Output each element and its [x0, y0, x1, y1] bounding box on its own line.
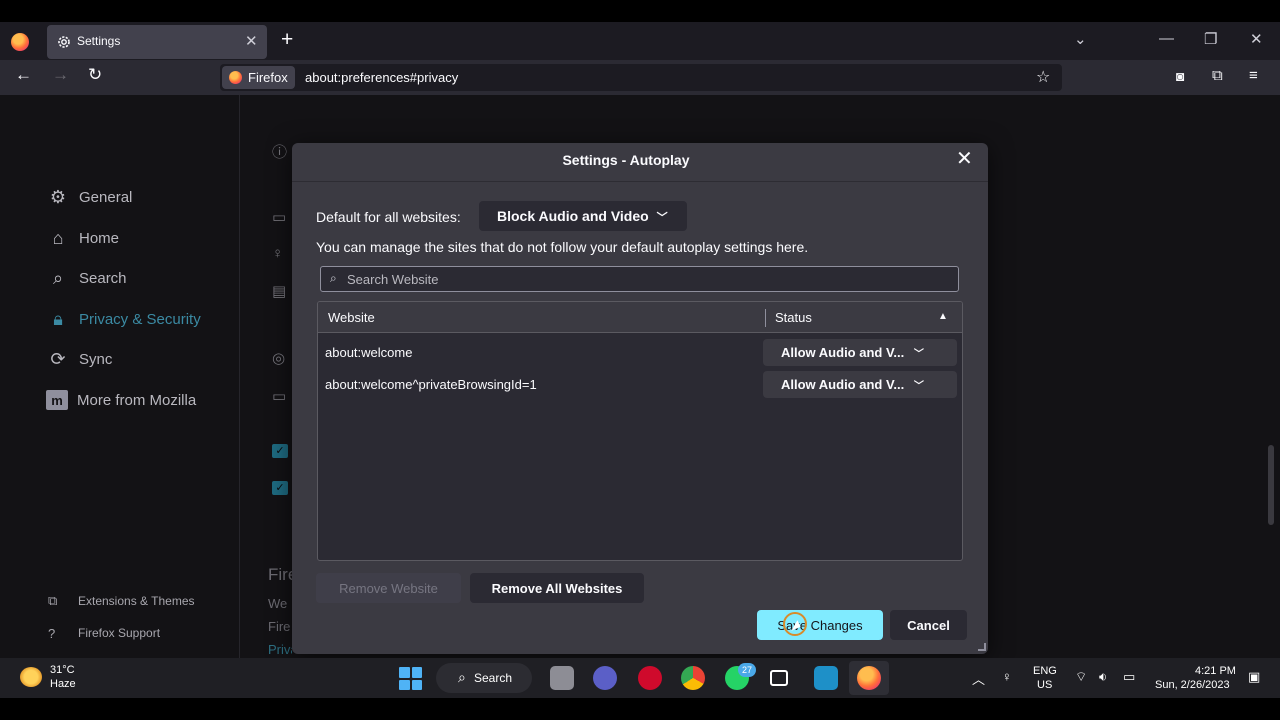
video-camera-icon[interactable] [770, 670, 788, 686]
search-icon: ⌕ [330, 271, 337, 285]
notification-center-icon[interactable]: ▣ [1248, 669, 1260, 685]
volume-icon[interactable]: 🔉︎ [1099, 669, 1107, 685]
language-indicator[interactable]: ENG [1033, 665, 1057, 677]
extensions-icon[interactable]: ⧉ [1212, 67, 1223, 84]
firefox-logo-icon [229, 71, 242, 84]
manage-description: You can manage the sites that do not fol… [316, 239, 809, 255]
firefox-logo-icon [11, 33, 29, 51]
clock-date: Sun, 2/26/2023 [1155, 679, 1230, 691]
default-setting-label: Default for all websites: [316, 209, 461, 225]
select-value: Allow Audio and V... [781, 377, 905, 392]
weather-condition: Haze [50, 678, 76, 690]
language-region: US [1037, 679, 1053, 691]
cancel-button[interactable]: Cancel [890, 610, 967, 640]
tab-settings[interactable]: Settings ✕ [47, 25, 267, 59]
autoplay-dialog: Settings - Autoplay ✕ Default for all we… [292, 143, 988, 654]
row-website: about:welcome^privateBrowsingId=1 [325, 377, 537, 392]
forward-icon[interactable]: → [52, 65, 69, 85]
menu-icon[interactable]: ≡ [1249, 67, 1258, 84]
url-bar[interactable]: Firefox about:preferences#privacy ☆ [220, 64, 1062, 91]
search-website-input[interactable] [347, 270, 947, 288]
table-row[interactable]: about:welcome^privateBrowsingId=1 Allow … [318, 368, 962, 400]
divider [292, 181, 988, 182]
identity-box[interactable]: Firefox [222, 66, 295, 89]
resize-grip-icon[interactable] [978, 643, 986, 651]
task-view-icon[interactable] [550, 666, 574, 690]
new-tab-icon[interactable]: + [281, 28, 293, 52]
battery-icon[interactable]: ▭ [1123, 669, 1135, 685]
taskbar: 31°C Haze ⌕ Search 27 ︿ ♀ ENG US ⌔ 🔉︎ ▭ … [0, 658, 1280, 698]
pocket-icon[interactable]: ◙ [1176, 68, 1184, 84]
row-status-select[interactable]: Allow Audio and V... ﹀ [763, 339, 957, 366]
chevron-up-icon[interactable]: ︿ [972, 669, 985, 688]
table-row[interactable]: about:welcome Allow Audio and V... ﹀ [318, 336, 962, 368]
sites-table: Website Status ▲ about:welcome Allow Aud… [317, 301, 963, 561]
list-all-tabs-icon[interactable]: ⌄ [1074, 30, 1087, 48]
column-divider [765, 309, 766, 327]
chevron-down-icon: ﹀ [913, 349, 924, 360]
tab-strip: Settings ✕ + ⌄ — ❐ ✕ [0, 22, 1280, 60]
taskbar-search-button[interactable]: ⌕ Search [436, 663, 532, 693]
remove-all-websites-button[interactable]: Remove All Websites [470, 573, 644, 603]
nav-bar: ← → ↻ Firefox about:preferences#privacy … [0, 60, 1280, 95]
column-header-status[interactable]: Status [775, 310, 812, 325]
bookmark-star-icon[interactable]: ☆ [1036, 67, 1050, 87]
preferences-content: ⚙ General ⌂ Home ⌕ Search 🔒︎ Privacy & S… [0, 95, 1280, 658]
chrome-icon[interactable] [681, 666, 705, 690]
select-value: Block Audio and Video [497, 208, 649, 224]
chevron-down-icon: ﹀ [913, 381, 924, 392]
default-autoplay-select[interactable]: Block Audio and Video ﹀ [479, 201, 687, 231]
remove-website-button[interactable]: Remove Website [316, 573, 461, 603]
table-header: Website Status ▲ [318, 302, 962, 333]
window-close-icon[interactable]: ✕ [1250, 30, 1263, 48]
scrollbar-thumb[interactable] [1268, 445, 1274, 525]
browser-window: Settings ✕ + ⌄ — ❐ ✕ ← → ↻ Firefox about… [0, 22, 1280, 658]
row-website: about:welcome [325, 345, 413, 360]
search-website-field[interactable]: ⌕ [320, 266, 959, 292]
row-status-select[interactable]: Allow Audio and V... ﹀ [763, 371, 957, 398]
chevron-down-icon: ﹀ [656, 212, 668, 224]
taskbar-search-label: Search [474, 671, 513, 685]
windows-start-icon[interactable] [399, 667, 422, 690]
microphone-icon[interactable]: ♀ [1002, 669, 1012, 684]
weather-haze-icon[interactable] [20, 667, 42, 687]
tab-title: Settings [77, 34, 121, 48]
select-value: Allow Audio and V... [781, 345, 905, 360]
dialog-title: Settings - Autoplay [562, 152, 690, 168]
firefox-icon[interactable] [857, 666, 881, 690]
dialog-close-icon[interactable]: ✕ [956, 148, 973, 170]
screen: Settings ✕ + ⌄ — ❐ ✕ ← → ↻ Firefox about… [0, 0, 1280, 720]
huawei-icon[interactable] [638, 666, 662, 690]
reload-icon[interactable]: ↻ [88, 65, 102, 85]
tab-close-icon[interactable]: ✕ [245, 32, 258, 50]
restore-icon[interactable]: ❐ [1204, 30, 1217, 48]
sort-ascending-icon: ▲ [938, 311, 948, 322]
identity-label: Firefox [248, 70, 288, 85]
save-changes-button[interactable]: Save Changes [757, 610, 883, 640]
clock-time[interactable]: 4:21 PM [1195, 665, 1236, 677]
notification-badge: 27 [738, 663, 756, 677]
back-icon[interactable]: ← [15, 65, 32, 85]
url-text[interactable]: about:preferences#privacy [305, 70, 458, 85]
gear-icon [58, 36, 70, 48]
teams-chat-icon[interactable] [593, 666, 617, 690]
column-header-website[interactable]: Website [328, 310, 375, 325]
wifi-icon[interactable]: ⌔ [1075, 669, 1087, 685]
store-icon[interactable] [814, 666, 838, 690]
weather-temperature: 31°C [50, 664, 75, 676]
search-icon: ⌕ [458, 669, 466, 685]
minimize-icon[interactable]: — [1159, 30, 1174, 47]
